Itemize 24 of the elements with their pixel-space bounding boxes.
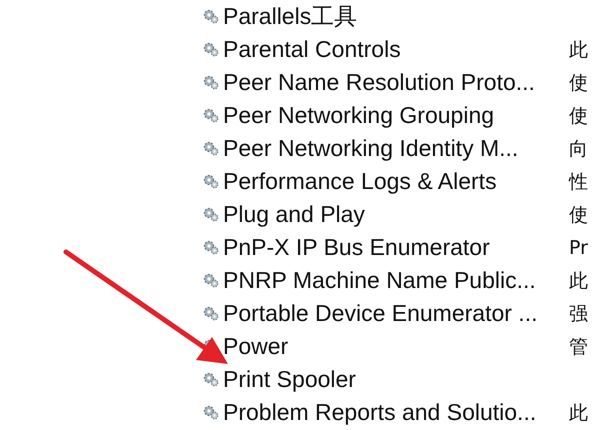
service-description: 此 xyxy=(569,268,589,294)
service-description: 使 xyxy=(569,202,589,228)
service-name[interactable]: Power xyxy=(223,333,569,360)
service-name[interactable]: PNRP Machine Name Public... xyxy=(223,267,569,294)
service-description: 性 xyxy=(569,170,589,194)
service-name[interactable]: Peer Name Resolution Proto... xyxy=(223,69,569,96)
service-name[interactable]: Parental Controls xyxy=(223,36,569,63)
service-name[interactable]: Plug and Play xyxy=(223,201,569,228)
service-name[interactable]: Peer Networking Grouping xyxy=(223,102,569,129)
service-description: 此 xyxy=(569,38,589,62)
service-description: 强 xyxy=(569,302,589,326)
service-name[interactable]: Parallels工具 xyxy=(223,1,569,32)
service-name[interactable]: Performance Logs & Alerts xyxy=(223,168,569,195)
service-description: 此 xyxy=(569,400,589,426)
service-name[interactable]: Portable Device Enumerator ... xyxy=(223,300,569,327)
service-description: 使 xyxy=(569,70,589,96)
service-name[interactable]: Problem Reports and Solutio... xyxy=(223,399,569,426)
service-name[interactable]: Print Spooler xyxy=(223,366,569,393)
service-name[interactable]: PnP-X IP Bus Enumerator xyxy=(223,234,569,261)
service-description: 管 xyxy=(569,334,589,360)
service-description: Pr xyxy=(569,236,589,258)
service-description: 使 xyxy=(569,104,589,128)
service-description: 向 xyxy=(569,136,589,162)
service-name[interactable]: Peer Networking Identity M... xyxy=(223,135,569,162)
